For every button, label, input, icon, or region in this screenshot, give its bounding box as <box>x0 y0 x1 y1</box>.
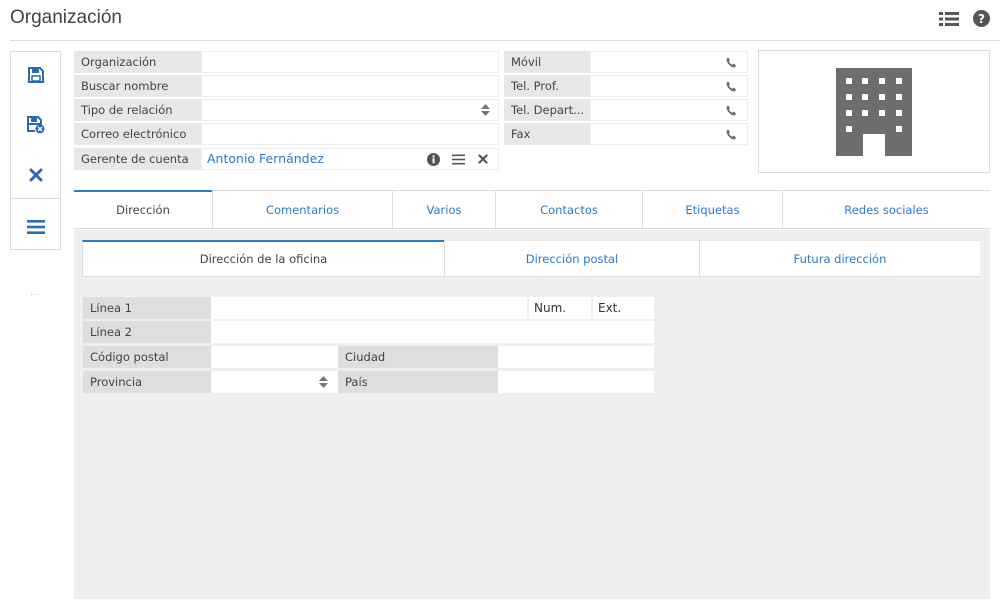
address-panel <box>74 230 990 599</box>
toolbar-more-dots: ... <box>30 288 41 297</box>
tab-direccion-postal[interactable]: Dirección postal <box>444 240 699 276</box>
ext-field[interactable]: Ext. <box>593 297 654 319</box>
relation-type-select[interactable] <box>201 99 499 121</box>
tab-futura-direccion[interactable]: Futura dirección <box>699 240 980 276</box>
sort-arrows-icon[interactable] <box>314 371 332 393</box>
close-icon <box>29 168 42 182</box>
line1-label: Línea 1 <box>83 297 211 319</box>
organization-field[interactable] <box>201 51 499 73</box>
line2-field[interactable] <box>211 321 654 343</box>
email-label: Correo electrónico <box>74 123 201 145</box>
list-icon[interactable] <box>449 148 467 170</box>
phone-icon[interactable] <box>722 123 740 145</box>
phone-icon[interactable] <box>722 51 740 73</box>
save-icon <box>27 67 44 83</box>
city-label: Ciudad <box>338 346 498 368</box>
city-field[interactable] <box>498 346 654 368</box>
save-button[interactable] <box>11 55 60 95</box>
tab-comentarios[interactable]: Comentarios <box>212 191 392 228</box>
list-view-icon[interactable] <box>939 11 959 30</box>
line1-field[interactable] <box>211 297 527 319</box>
phone-icon[interactable] <box>722 75 740 97</box>
search-name-field[interactable] <box>201 75 499 97</box>
tab-redes-sociales[interactable]: Redes sociales <box>782 191 990 228</box>
save-close-icon <box>26 116 44 134</box>
header-divider <box>10 40 1000 41</box>
line2-label: Línea 2 <box>83 321 211 343</box>
phone-icon[interactable] <box>722 99 740 121</box>
hamburger-menu-icon <box>26 220 45 234</box>
province-label: Provincia <box>83 371 211 393</box>
postal-code-field[interactable] <box>211 346 338 368</box>
toolbar-divider <box>11 198 60 199</box>
dept-phone-label: Tel. Depart... <box>504 99 590 121</box>
tab-direccion-oficina[interactable]: Dirección de la oficina <box>82 240 444 276</box>
fax-label: Fax <box>504 123 590 145</box>
side-toolbar: ... <box>10 51 61 297</box>
address-tabs: Dirección de la oficina Dirección postal… <box>82 240 980 277</box>
header-actions: ? <box>939 10 990 30</box>
country-field[interactable] <box>498 371 654 393</box>
num-field[interactable]: Num. <box>529 297 591 319</box>
tab-etiquetas[interactable]: Etiquetas <box>642 191 782 228</box>
tab-contactos[interactable]: Contactos <box>495 191 642 228</box>
building-icon <box>836 67 912 156</box>
work-phone-label: Tel. Prof. <box>504 75 590 97</box>
page-title: Organización <box>10 7 122 28</box>
clear-icon[interactable] <box>474 148 492 170</box>
save-close-button[interactable] <box>11 105 60 145</box>
relation-type-label: Tipo de relación <box>74 99 201 121</box>
country-label: País <box>338 371 498 393</box>
tab-direccion[interactable]: Dirección <box>74 190 212 227</box>
info-icon[interactable] <box>424 148 442 170</box>
svg-text:?: ? <box>978 12 985 26</box>
main-tabs: Dirección Comentarios Varios Contactos E… <box>74 190 990 229</box>
help-icon[interactable]: ? <box>973 10 990 30</box>
cancel-button[interactable] <box>11 155 60 195</box>
email-field[interactable] <box>201 123 499 145</box>
sort-arrows-icon[interactable] <box>476 99 494 121</box>
tab-varios[interactable]: Varios <box>392 191 495 228</box>
mobile-label: Móvil <box>504 51 590 73</box>
search-name-label: Buscar nombre <box>74 75 201 97</box>
organization-label: Organización <box>74 51 201 73</box>
account-manager-label: Gerente de cuenta <box>74 148 201 170</box>
postal-code-label: Código postal <box>83 346 211 368</box>
organization-photo[interactable] <box>758 50 990 173</box>
menu-button[interactable] <box>11 207 60 247</box>
